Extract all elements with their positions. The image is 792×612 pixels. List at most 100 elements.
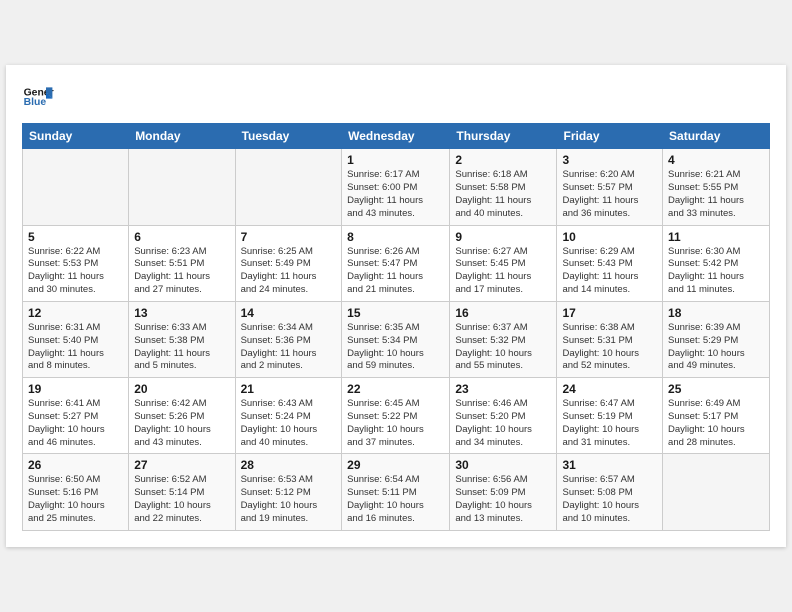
- calendar-day-cell: 26 Sunrise: 6:50 AM Sunset: 5:16 PM Dayli…: [23, 454, 129, 530]
- day-number: 16: [455, 306, 551, 320]
- day-number: 28: [241, 458, 337, 472]
- day-number: 17: [562, 306, 657, 320]
- day-number: 11: [668, 230, 764, 244]
- calendar-day-cell: 23 Sunrise: 6:46 AM Sunset: 5:20 PM Dayli…: [450, 378, 557, 454]
- day-info: Sunrise: 6:34 AM Sunset: 5:36 PM Dayligh…: [241, 322, 337, 373]
- calendar-day-cell: 9Sunrise: 6:27 AM Sunset: 5:45 PM Daylig…: [450, 225, 557, 301]
- day-number: 20: [134, 382, 229, 396]
- calendar-day-cell: 27Sunrise: 6:52 AM Sunset: 5:14 PM Dayli…: [129, 454, 235, 530]
- day-number: 1: [347, 153, 444, 167]
- calendar-day-cell: 22Sunrise: 6:45 AM Sunset: 5:22 PM Dayli…: [342, 378, 450, 454]
- day-info: Sunrise: 6:50 AM Sunset: 5:16 PM Dayligh…: [28, 474, 123, 525]
- calendar-day-cell: 1Sunrise: 6:17 AM Sunset: 6:00 PM Daylig…: [342, 149, 450, 225]
- calendar-day-cell: 7Sunrise: 6:25 AM Sunset: 5:49 PM Daylig…: [235, 225, 342, 301]
- calendar-day-cell: 6 Sunrise: 6:23 AM Sunset: 5:51 PM Daylig…: [129, 225, 235, 301]
- day-info: Sunrise: 6:31 AM Sunset: 5:40 PM Dayligh…: [28, 322, 123, 373]
- day-number: 23: [455, 382, 551, 396]
- day-info: Sunrise: 6:30 AM Sunset: 5:42 PM Dayligh…: [668, 246, 764, 297]
- weekday-header: Tuesday: [235, 124, 342, 149]
- day-number: 2: [455, 153, 551, 167]
- day-info: Sunrise: 6:22 AM Sunset: 5:53 PM Dayligh…: [28, 246, 123, 297]
- day-number: 26: [28, 458, 123, 472]
- day-number: 31: [562, 458, 657, 472]
- day-info: Sunrise: 6:53 AM Sunset: 5:12 PM Dayligh…: [241, 474, 337, 525]
- day-info: Sunrise: 6:52 AM Sunset: 5:14 PM Dayligh…: [134, 474, 229, 525]
- day-number: 10: [562, 230, 657, 244]
- calendar-day-cell: 31 Sunrise: 6:57 AM Sunset: 5:08 PM Dayli…: [557, 454, 663, 530]
- calendar-day-cell: 11 Sunrise: 6:30 AM Sunset: 5:42 PM Dayli…: [663, 225, 770, 301]
- weekday-header-row: SundayMondayTuesdayWednesdayThursdayFrid…: [23, 124, 770, 149]
- day-info: Sunrise: 6:26 AM Sunset: 5:47 PM Dayligh…: [347, 246, 444, 297]
- day-number: 12: [28, 306, 123, 320]
- calendar-day-cell: [23, 149, 129, 225]
- logo-icon: General Blue: [22, 81, 54, 113]
- weekday-header: Saturday: [663, 124, 770, 149]
- day-number: 4: [668, 153, 764, 167]
- day-info: Sunrise: 6:42 AM Sunset: 5:26 PM Dayligh…: [134, 398, 229, 449]
- day-number: 13: [134, 306, 229, 320]
- day-number: 18: [668, 306, 764, 320]
- day-info: Sunrise: 6:27 AM Sunset: 5:45 PM Dayligh…: [455, 246, 551, 297]
- calendar-day-cell: 18 Sunrise: 6:39 AM Sunset: 5:29 PM Dayli…: [663, 301, 770, 377]
- weekday-header: Monday: [129, 124, 235, 149]
- weekday-header: Wednesday: [342, 124, 450, 149]
- svg-text:Blue: Blue: [24, 97, 47, 108]
- day-number: 15: [347, 306, 444, 320]
- day-number: 5: [28, 230, 123, 244]
- day-info: Sunrise: 6:46 AM Sunset: 5:20 PM Dayligh…: [455, 398, 551, 449]
- day-number: 25: [668, 382, 764, 396]
- day-number: 14: [241, 306, 337, 320]
- day-info: Sunrise: 6:39 AM Sunset: 5:29 PM Dayligh…: [668, 322, 764, 373]
- calendar-day-cell: 10Sunrise: 6:29 AM Sunset: 5:43 PM Dayli…: [557, 225, 663, 301]
- day-info: Sunrise: 6:43 AM Sunset: 5:24 PM Dayligh…: [241, 398, 337, 449]
- day-info: Sunrise: 6:20 AM Sunset: 5:57 PM Dayligh…: [562, 169, 657, 220]
- calendar-day-cell: 12 Sunrise: 6:31 AM Sunset: 5:40 PM Dayli…: [23, 301, 129, 377]
- calendar-day-cell: [663, 454, 770, 530]
- day-number: 29: [347, 458, 444, 472]
- calendar-day-cell: 8 Sunrise: 6:26 AM Sunset: 5:47 PM Daylig…: [342, 225, 450, 301]
- calendar-day-cell: 29Sunrise: 6:54 AM Sunset: 5:11 PM Dayli…: [342, 454, 450, 530]
- day-number: 24: [562, 382, 657, 396]
- weekday-header: Thursday: [450, 124, 557, 149]
- calendar-week-row: 5 Sunrise: 6:22 AM Sunset: 5:53 PM Daylig…: [23, 225, 770, 301]
- day-number: 30: [455, 458, 551, 472]
- day-number: 6: [134, 230, 229, 244]
- calendar-day-cell: 19Sunrise: 6:41 AM Sunset: 5:27 PM Dayli…: [23, 378, 129, 454]
- calendar-day-cell: 21Sunrise: 6:43 AM Sunset: 5:24 PM Dayli…: [235, 378, 342, 454]
- day-info: Sunrise: 6:56 AM Sunset: 5:09 PM Dayligh…: [455, 474, 551, 525]
- day-number: 7: [241, 230, 337, 244]
- calendar-day-cell: 20 Sunrise: 6:42 AM Sunset: 5:26 PM Dayli…: [129, 378, 235, 454]
- day-info: Sunrise: 6:41 AM Sunset: 5:27 PM Dayligh…: [28, 398, 123, 449]
- calendar-day-cell: 17 Sunrise: 6:38 AM Sunset: 5:31 PM Dayli…: [557, 301, 663, 377]
- calendar-day-cell: 14 Sunrise: 6:34 AM Sunset: 5:36 PM Dayli…: [235, 301, 342, 377]
- calendar-day-cell: [129, 149, 235, 225]
- calendar-week-row: 19Sunrise: 6:41 AM Sunset: 5:27 PM Dayli…: [23, 378, 770, 454]
- day-number: 22: [347, 382, 444, 396]
- calendar-day-cell: 30 Sunrise: 6:56 AM Sunset: 5:09 PM Dayli…: [450, 454, 557, 530]
- calendar-day-cell: 25 Sunrise: 6:49 AM Sunset: 5:17 PM Dayli…: [663, 378, 770, 454]
- day-info: Sunrise: 6:23 AM Sunset: 5:51 PM Dayligh…: [134, 246, 229, 297]
- day-info: Sunrise: 6:18 AM Sunset: 5:58 PM Dayligh…: [455, 169, 551, 220]
- calendar-header: General Blue: [22, 81, 770, 113]
- calendar-container: General Blue SundayMondayTuesdayWednesda…: [6, 65, 786, 546]
- day-info: Sunrise: 6:21 AM Sunset: 5:55 PM Dayligh…: [668, 169, 764, 220]
- day-info: Sunrise: 6:49 AM Sunset: 5:17 PM Dayligh…: [668, 398, 764, 449]
- calendar-day-cell: 3Sunrise: 6:20 AM Sunset: 5:57 PM Daylig…: [557, 149, 663, 225]
- calendar-day-cell: 28 Sunrise: 6:53 AM Sunset: 5:12 PM Dayli…: [235, 454, 342, 530]
- day-number: 8: [347, 230, 444, 244]
- calendar-week-row: 1Sunrise: 6:17 AM Sunset: 6:00 PM Daylig…: [23, 149, 770, 225]
- calendar-day-cell: 4 Sunrise: 6:21 AM Sunset: 5:55 PM Daylig…: [663, 149, 770, 225]
- day-info: Sunrise: 6:38 AM Sunset: 5:31 PM Dayligh…: [562, 322, 657, 373]
- calendar-day-cell: 5 Sunrise: 6:22 AM Sunset: 5:53 PM Daylig…: [23, 225, 129, 301]
- day-info: Sunrise: 6:33 AM Sunset: 5:38 PM Dayligh…: [134, 322, 229, 373]
- logo: General Blue: [22, 81, 54, 113]
- day-info: Sunrise: 6:35 AM Sunset: 5:34 PM Dayligh…: [347, 322, 444, 373]
- calendar-day-cell: 24 Sunrise: 6:47 AM Sunset: 5:19 PM Dayli…: [557, 378, 663, 454]
- weekday-header: Friday: [557, 124, 663, 149]
- calendar-day-cell: 15 Sunrise: 6:35 AM Sunset: 5:34 PM Dayli…: [342, 301, 450, 377]
- day-info: Sunrise: 6:47 AM Sunset: 5:19 PM Dayligh…: [562, 398, 657, 449]
- calendar-week-row: 26 Sunrise: 6:50 AM Sunset: 5:16 PM Dayli…: [23, 454, 770, 530]
- day-info: Sunrise: 6:57 AM Sunset: 5:08 PM Dayligh…: [562, 474, 657, 525]
- calendar-day-cell: [235, 149, 342, 225]
- calendar-table: SundayMondayTuesdayWednesdayThursdayFrid…: [22, 123, 770, 530]
